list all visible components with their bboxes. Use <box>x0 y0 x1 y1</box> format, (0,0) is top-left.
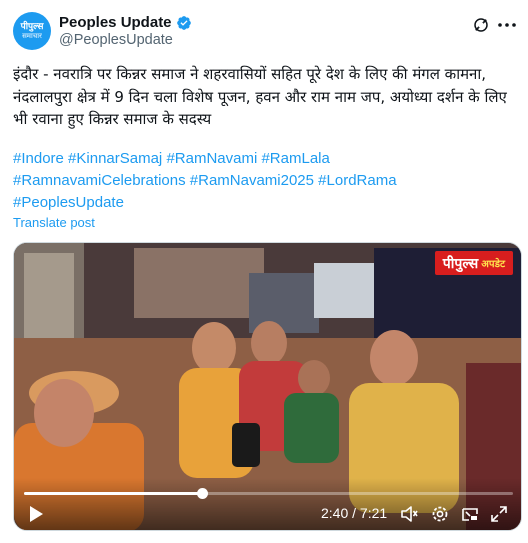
channel-watermark: पीपुल्स अपडेट <box>434 251 513 275</box>
fullscreen-icon[interactable] <box>489 504 509 524</box>
verified-badge-icon <box>176 15 191 30</box>
grok-icon[interactable] <box>472 16 490 34</box>
progress-thumb[interactable] <box>196 488 208 499</box>
hashtag-link[interactable]: #Indore <box>13 150 64 167</box>
hashtag-line-2: #RamnavamiCelebrations #RamNavami2025 #L… <box>13 170 518 192</box>
volume-icon[interactable] <box>399 504 419 524</box>
tweet-header: पीपुल्स समाचार Peoples Update @PeoplesUp… <box>13 12 518 52</box>
avatar-text-line2: समाचार <box>22 32 42 40</box>
settings-icon[interactable] <box>430 504 450 524</box>
hashtags: #Indore #KinnarSamaj #RamNavami #RamLala… <box>13 148 518 214</box>
more-icon[interactable] <box>496 16 518 34</box>
hashtag-line-3: #PeoplesUpdate <box>13 192 518 214</box>
user-handle[interactable]: @PeoplesUpdate <box>59 32 173 48</box>
hashtag-link[interactable]: #KinnarSamaj <box>68 150 162 167</box>
time-display: 2:40 / 7:21 <box>321 505 388 521</box>
video-controls: 2:40 / 7:21 <box>14 478 521 530</box>
hashtag-link[interactable]: #PeoplesUpdate <box>13 194 124 211</box>
hashtag-link[interactable]: #RamNavami <box>166 150 257 167</box>
hashtag-link[interactable]: #RamLala <box>261 150 329 167</box>
video-player[interactable]: पीपुल्स अपडेट 2:40 / 7:21 <box>13 242 522 531</box>
hashtag-line-1: #Indore #KinnarSamaj #RamNavami #RamLala <box>13 148 518 170</box>
tweet-text: इंदौर - नवरात्रि पर किन्नर समाज ने शहरवा… <box>13 65 507 128</box>
hashtag-link[interactable]: #LordRama <box>318 172 396 189</box>
hashtag-link[interactable]: #RamNavami2025 <box>190 172 314 189</box>
progress-fill <box>24 492 202 495</box>
hashtag-link[interactable]: #RamnavamiCelebrations <box>13 172 186 189</box>
pip-icon[interactable] <box>460 504 480 524</box>
progress-bar[interactable] <box>24 488 513 499</box>
watermark-sub-text: अपडेट <box>481 259 505 270</box>
play-icon[interactable] <box>26 504 46 524</box>
name-row: Peoples Update <box>59 13 192 32</box>
display-name[interactable]: Peoples Update <box>59 14 172 31</box>
avatar[interactable]: पीपुल्स समाचार <box>13 12 51 50</box>
watermark-main-text: पीपुल्स <box>442 255 479 272</box>
avatar-text-line1: पीपुल्स <box>20 22 44 32</box>
translate-post-link[interactable]: Translate post <box>13 215 95 230</box>
